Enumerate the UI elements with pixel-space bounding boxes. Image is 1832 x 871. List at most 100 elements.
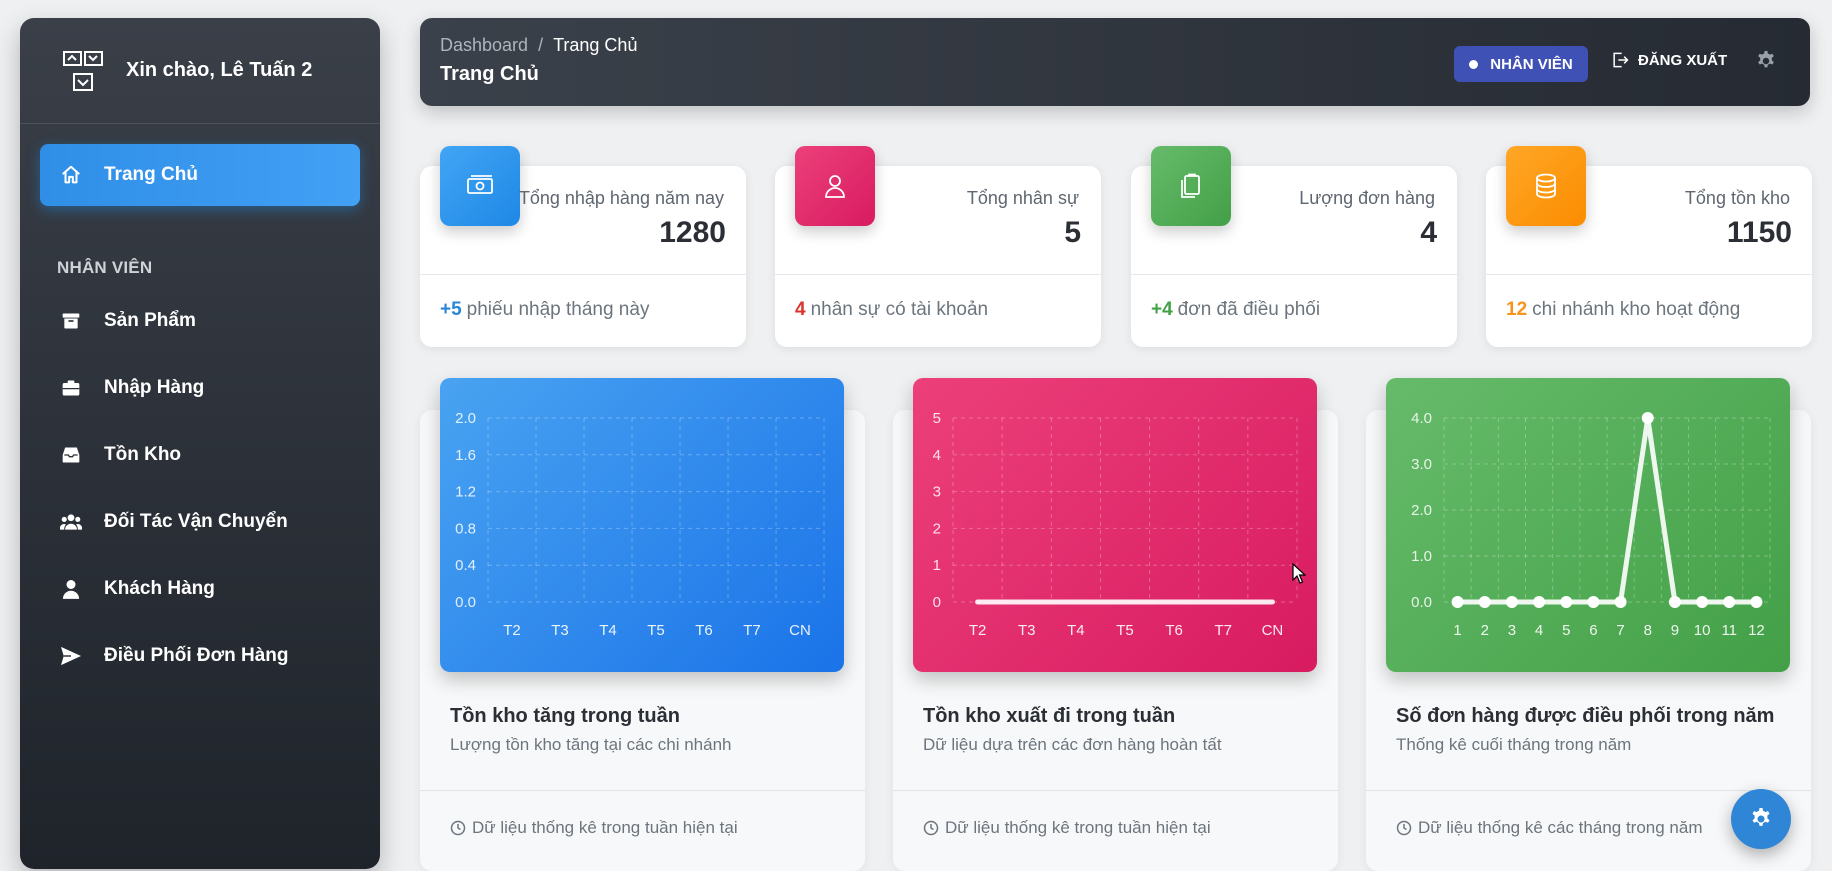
stat-icon-box <box>440 146 520 226</box>
x-tick-label: 7 <box>1616 622 1624 639</box>
person-icon <box>825 175 845 198</box>
sidebar-item-inventory[interactable]: Tồn Kho <box>60 435 360 475</box>
x-tick-label: T5 <box>1116 622 1134 639</box>
data-point <box>1533 596 1546 608</box>
y-tick-label: 0 <box>933 594 941 611</box>
data-point <box>1696 596 1709 608</box>
x-tick-label: 1 <box>1453 622 1461 639</box>
sidebar-item-label: Đối Tác Vận Chuyển <box>104 511 288 532</box>
stat-card-orders: Lượng đơn hàng 4 +4 đơn đã điều phối <box>1131 146 1457 347</box>
data-point <box>1614 596 1627 608</box>
stat-label: Lượng đơn hàng <box>1299 188 1435 208</box>
sidebar-item-products[interactable]: Sản Phẩm <box>60 301 360 341</box>
sidebar-item-home[interactable]: Trang Chủ <box>40 144 360 206</box>
data-point <box>1451 596 1464 608</box>
stat-icon-box <box>1151 146 1231 226</box>
data-point <box>1668 596 1681 608</box>
stat-footer-number: 4 <box>795 299 806 320</box>
y-tick-label: 0.4 <box>455 557 476 574</box>
sidebar-header: Xin chào, Lê Tuấn 2 <box>20 18 380 124</box>
sidebar-item-order-dispatch[interactable]: Điều Phối Đơn Hàng <box>60 636 360 676</box>
stat-card-imports: Tổng nhập hàng năm nay 1280 +5 phiếu nhập… <box>420 146 746 347</box>
stat-footer: 12 chi nhánh kho hoạt động <box>1506 299 1740 321</box>
role-badge[interactable]: NHÂN VIÊN <box>1454 46 1588 82</box>
chart-footer: Dữ liệu thống kê trong tuần hiện tại <box>923 818 1211 838</box>
stat-value: 1150 <box>1726 216 1792 249</box>
x-tick-label: T3 <box>551 622 569 639</box>
chart-footer: Dữ liệu thống kê các tháng trong năm <box>1396 818 1703 838</box>
gear-icon <box>1752 808 1770 826</box>
divider <box>893 790 1338 791</box>
x-tick-label: CN <box>1262 622 1284 639</box>
x-tick-label: 12 <box>1748 622 1765 639</box>
x-tick-label: T2 <box>969 622 987 639</box>
sidebar: Xin chào, Lê Tuấn 2 Trang Chủ NHÂN VIÊN … <box>20 18 380 869</box>
stat-footer-text: phiếu nhập tháng này <box>466 299 650 320</box>
sidebar-item-shipping-partners[interactable]: Đối Tác Vận Chuyển <box>60 502 360 542</box>
divider <box>775 274 1101 275</box>
y-tick-label: 5 <box>933 410 941 427</box>
sidebar-item-label: Sản Phẩm <box>104 310 196 331</box>
stat-label: Tổng tồn kho <box>1684 188 1790 208</box>
y-tick-label: 1.6 <box>455 447 476 464</box>
chart-orders-dispatched: 0.01.02.03.04.01 2 3 4 5 6 7 8 9 10 11 12 <box>1411 410 1771 639</box>
money-icon <box>467 175 493 194</box>
x-tick-label: 11 <box>1721 622 1737 639</box>
chart-title: Tồn kho xuất đi trong tuần <box>923 705 1176 727</box>
users-icon <box>60 511 82 533</box>
database-icon <box>1536 173 1556 199</box>
divider <box>420 790 865 791</box>
logout-label: ĐĂNG XUẤT <box>1638 51 1728 69</box>
y-tick-label: 2 <box>933 520 941 537</box>
data-point <box>1587 596 1600 608</box>
chart-panel: 0 1 2 3 4 5 T2 T3 T4 T5 T6 T7 CN <box>913 378 1317 672</box>
y-tick-label: 4.0 <box>1411 410 1432 427</box>
gear-icon <box>1758 50 1774 68</box>
user-icon <box>60 578 82 600</box>
greeting: Xin chào, Lê Tuấn 2 <box>126 59 313 81</box>
sidebar-item-customers[interactable]: Khách Hàng <box>60 569 360 609</box>
top-navbar: Dashboard / Trang Chủ Trang Chủ NHÂN VIÊ… <box>420 18 1810 106</box>
settings-button[interactable] <box>1755 50 1777 77</box>
data-point <box>1750 596 1763 608</box>
page-title: Trang Chủ <box>440 63 539 85</box>
stat-footer-number: +5 <box>440 299 462 320</box>
chart-card-stock-increase: 0.0 0.4 0.8 1.2 1.6 2.0 T2 T3 T4 T5 T6 T7 CN Tồn kho… <box>420 378 865 871</box>
floating-settings-button[interactable] <box>1731 789 1791 849</box>
y-tick-label: 0.0 <box>455 594 476 611</box>
chart-title: Số đơn hàng được điều phối trong năm <box>1396 705 1775 727</box>
logout-icon <box>1613 52 1629 68</box>
stat-footer-number: +4 <box>1151 299 1173 320</box>
stat-value: 4 <box>1420 216 1437 249</box>
archive-icon <box>60 310 82 332</box>
chart-subtitle: Thống kê cuối tháng trong năm <box>1396 735 1632 754</box>
x-tick-label: 4 <box>1535 622 1543 639</box>
sidebar-item-label: Điều Phối Đơn Hàng <box>104 645 289 666</box>
x-tick-label: 2 <box>1481 622 1489 639</box>
stat-label: Tổng nhập hàng năm nay <box>518 188 724 208</box>
divider <box>420 274 746 275</box>
stat-footer-text: chi nhánh kho hoạt động <box>1532 299 1741 320</box>
data-point <box>1641 412 1654 424</box>
logout-button[interactable]: ĐĂNG XUẤT <box>1610 50 1727 70</box>
stat-card-staff: Tổng nhân sự 5 4 nhân sự có tài khoản <box>775 146 1101 347</box>
sidebar-item-import[interactable]: Nhập Hàng <box>60 368 360 408</box>
x-tick-label: T4 <box>1067 622 1085 639</box>
stat-icon-box <box>795 146 875 226</box>
chart-card-stock-outgoing: 0 1 2 3 4 5 T2 T3 T4 T5 T6 T7 CN Tồn kho xuất đi tro… <box>893 378 1338 871</box>
chart-panel: 0.0 1.0 2.0 3.0 4.0 1 2 3 4 5 6 7 8 9 10 11 12 <box>1386 378 1790 672</box>
divider <box>1131 274 1457 275</box>
sidebar-item-label: Khách Hàng <box>104 578 215 599</box>
inbox-icon <box>60 444 82 466</box>
chart-subtitle: Dữ liệu dựa trên các đơn hàng hoàn tất <box>923 735 1222 754</box>
x-tick-label: 6 <box>1589 622 1597 639</box>
briefcase-icon <box>60 377 82 399</box>
x-tick-label: T7 <box>743 622 761 639</box>
x-tick-label: T3 <box>1018 622 1036 639</box>
chart-footer-text: Dữ liệu thống kê trong tuần hiện tại <box>472 818 738 837</box>
x-tick-label: T6 <box>695 622 713 639</box>
x-tick-label: CN <box>789 622 811 639</box>
sidebar-item-label: Trang Chủ <box>104 164 198 185</box>
breadcrumb-root[interactable]: Dashboard <box>440 35 528 56</box>
y-tick-label: 3.0 <box>1411 456 1432 473</box>
